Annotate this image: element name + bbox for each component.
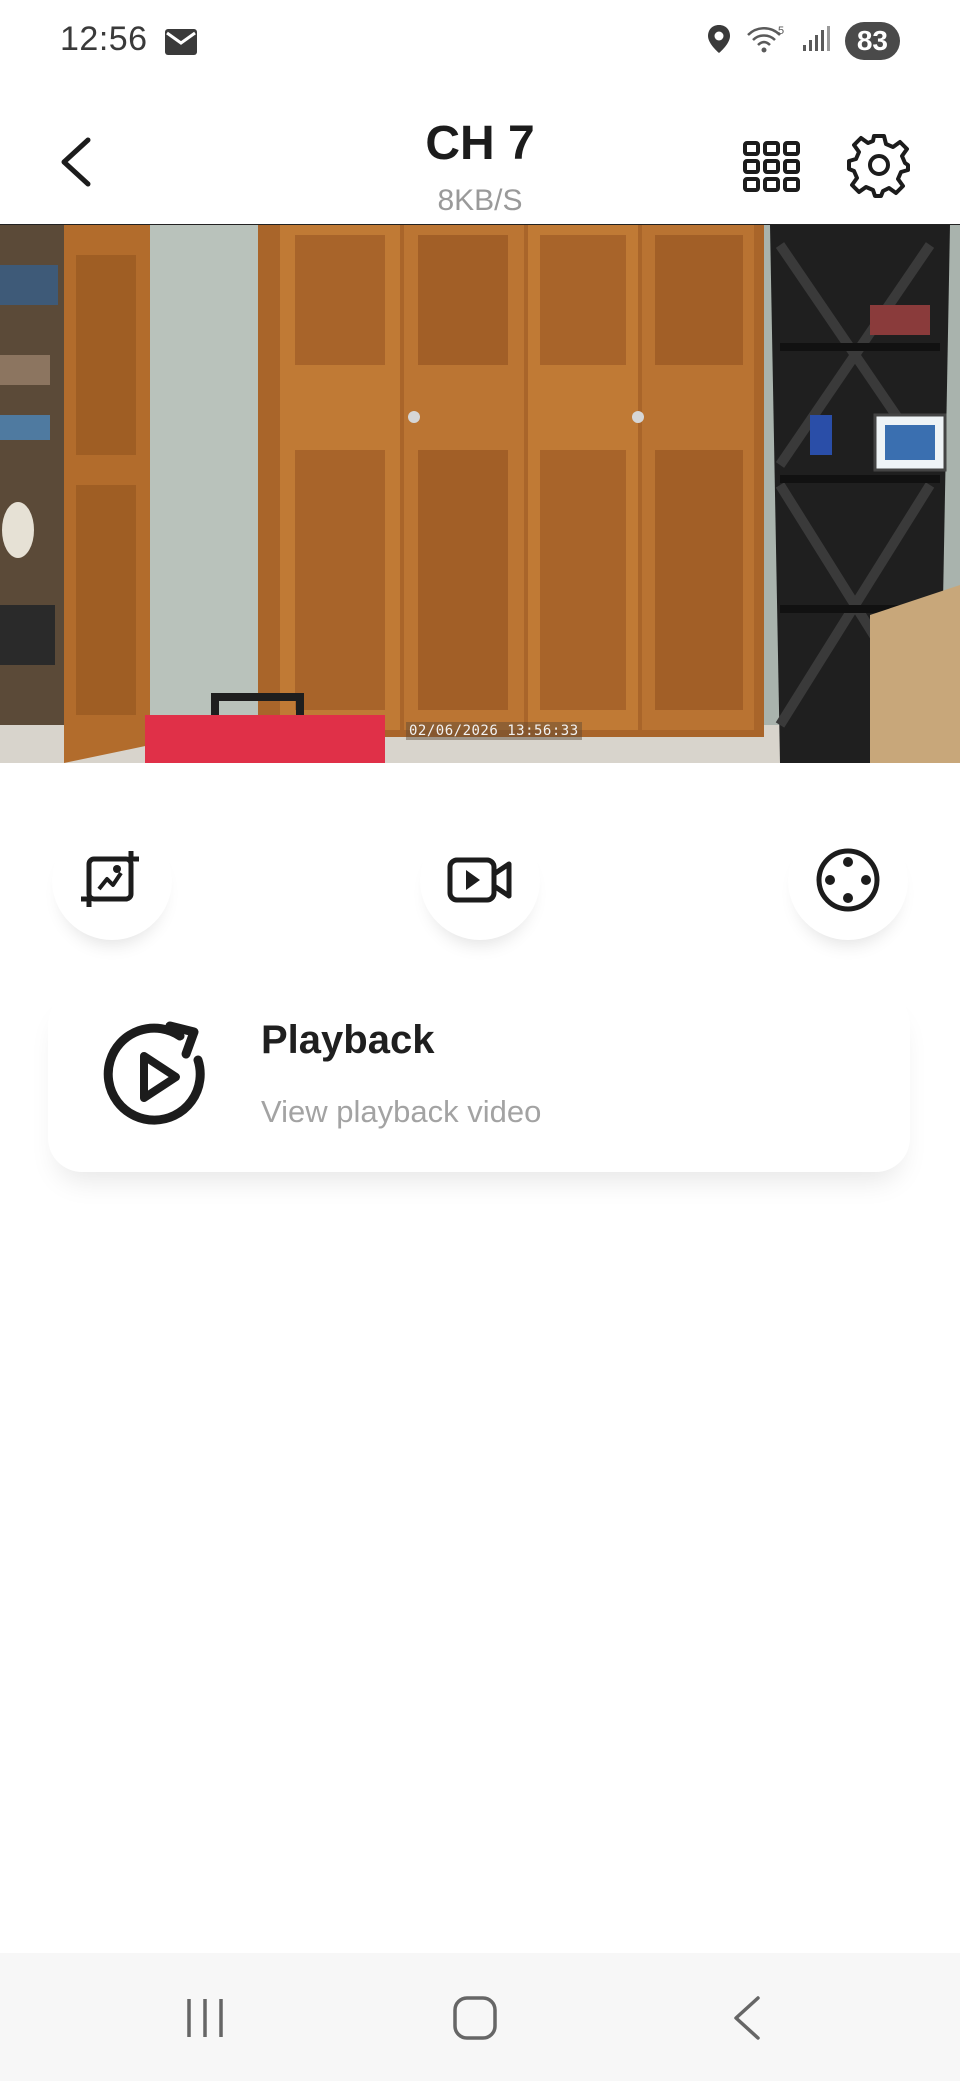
home-button[interactable]	[450, 1993, 500, 2043]
grid-icon	[743, 141, 800, 192]
screenshot-icon	[81, 851, 139, 907]
signal-icon	[801, 25, 831, 58]
screenshot-button[interactable]	[52, 820, 172, 940]
live-video-feed[interactable]: 02/06/2026 13:56:33	[0, 225, 960, 763]
ptz-control-icon	[816, 848, 880, 912]
ptz-button[interactable]	[788, 820, 908, 940]
location-icon	[707, 24, 731, 59]
system-nav-bar	[0, 1953, 960, 2081]
multi-view-button[interactable]	[742, 140, 802, 194]
nav-back-button[interactable]	[722, 1993, 772, 2043]
recent-apps-button[interactable]	[180, 1993, 230, 2043]
home-icon	[453, 1996, 497, 2040]
playback-subtitle: View playback video	[261, 1094, 542, 1129]
top-bar: CH 7 8KB/S	[0, 86, 960, 226]
video-timestamp: 02/06/2026 13:56:33	[406, 722, 582, 740]
camera-image	[0, 225, 960, 763]
settings-icon	[847, 134, 910, 198]
battery-level: 83	[844, 22, 900, 60]
status-time: 12:56	[60, 20, 148, 58]
mail-icon	[164, 28, 198, 61]
record-button[interactable]	[420, 820, 540, 940]
channel-title: CH 7	[425, 117, 535, 170]
recent-apps-icon	[187, 1999, 223, 2037]
status-icons: 5 83	[707, 22, 900, 60]
settings-button[interactable]	[846, 132, 912, 198]
bitrate-label: 8KB/S	[437, 184, 523, 217]
playback-icon	[100, 1020, 214, 1134]
status-bar: 12:56 5 83	[0, 0, 960, 86]
playback-card[interactable]: Playback View playback video	[48, 990, 910, 1172]
action-bar	[0, 820, 960, 940]
wifi-icon: 5	[745, 24, 787, 59]
back-icon	[734, 1996, 760, 2040]
playback-title: Playback	[261, 1018, 435, 1062]
record-video-icon	[447, 857, 512, 903]
svg-text:5: 5	[778, 25, 784, 37]
